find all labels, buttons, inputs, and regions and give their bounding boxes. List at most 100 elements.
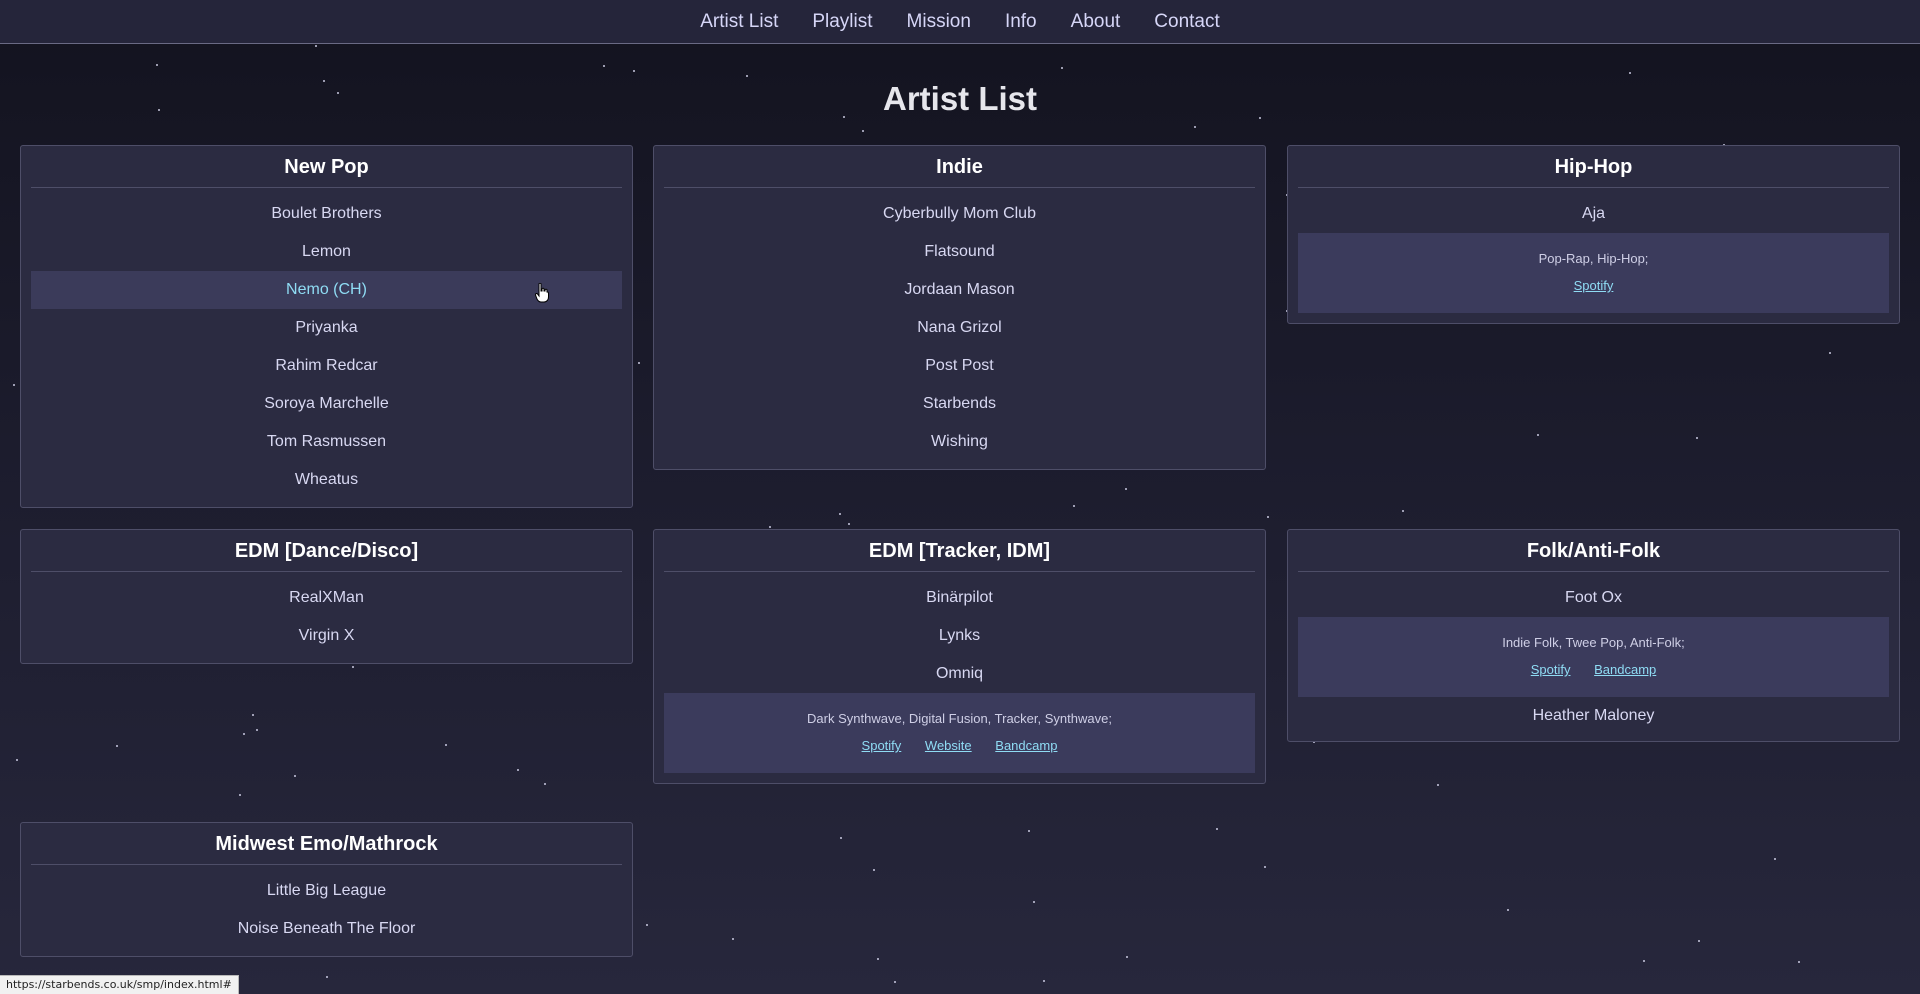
artist-item[interactable]: RealXMan [31, 579, 622, 617]
artist-item[interactable]: Virgin X [31, 617, 622, 655]
star-dot [1437, 784, 1439, 786]
artist-item[interactable]: Boulet Brothers [31, 195, 622, 233]
genre-title: Folk/Anti-Folk [1298, 530, 1889, 572]
nav-artist-list[interactable]: Artist List [700, 11, 778, 33]
artist-item[interactable]: Little Big League [31, 872, 622, 910]
genre-card-hiphop: Hip-Hop Aja Pop-Rap, Hip-Hop; Spotify [1287, 145, 1900, 324]
star-dot [1696, 437, 1698, 439]
star-dot [877, 958, 879, 960]
genre-title: Indie [664, 146, 1255, 188]
nav-contact[interactable]: Contact [1154, 11, 1219, 33]
star-dot [256, 729, 258, 731]
artist-item[interactable]: Nana Grizol [664, 309, 1255, 347]
star-dot [116, 745, 118, 747]
bandcamp-link[interactable]: Bandcamp [995, 738, 1057, 753]
star-dot [1028, 830, 1030, 832]
artist-item[interactable]: Aja [1298, 195, 1889, 233]
artist-item[interactable]: Wishing [664, 423, 1255, 461]
star-dot [769, 526, 771, 528]
website-link[interactable]: Website [925, 738, 972, 753]
star-dot [239, 794, 241, 796]
genre-card-midwest-emo: Midwest Emo/Mathrock Little Big League N… [20, 822, 633, 957]
artist-item[interactable]: Foot Ox [1298, 579, 1889, 617]
star-dot [517, 769, 519, 771]
artist-item[interactable]: Lynks [664, 617, 1255, 655]
artist-item[interactable]: Tom Rasmussen [31, 423, 622, 461]
star-dot [1194, 126, 1196, 128]
star-dot [862, 130, 864, 132]
nav-playlist[interactable]: Playlist [812, 11, 872, 33]
artist-item[interactable]: Wheatus [31, 461, 622, 499]
artist-item[interactable]: Flatsound [664, 233, 1255, 271]
artist-details-panel: Pop-Rap, Hip-Hop; Spotify [1298, 233, 1889, 313]
spotify-link[interactable]: Spotify [1574, 278, 1614, 293]
browser-status-url: https://starbends.co.uk/smp/index.html# [0, 975, 239, 994]
genre-title: EDM [Dance/Disco] [31, 530, 622, 572]
star-dot [243, 733, 245, 735]
star-dot [1264, 866, 1266, 868]
star-dot [840, 837, 842, 839]
artist-details-panel: Indie Folk, Twee Pop, Anti-Folk; Spotify… [1298, 617, 1889, 697]
artist-item[interactable]: Noise Beneath The Floor [31, 910, 622, 948]
artist-links: Spotify Bandcamp [1308, 662, 1879, 677]
star-dot [315, 45, 317, 47]
genre-card-folk: Folk/Anti-Folk Foot Ox Indie Folk, Twee … [1287, 529, 1900, 742]
star-dot [1073, 505, 1075, 507]
star-dot [1033, 901, 1035, 903]
artist-item[interactable]: Starbends [664, 385, 1255, 423]
nav-about[interactable]: About [1071, 11, 1121, 33]
artist-genres: Pop-Rap, Hip-Hop; [1538, 251, 1649, 266]
star-dot [352, 666, 354, 668]
star-dot [1267, 516, 1269, 518]
artist-item-hovered[interactable]: Nemo (CH) [31, 271, 622, 309]
star-dot [894, 981, 896, 983]
artist-item[interactable]: Soroya Marchelle [31, 385, 622, 423]
artist-item[interactable]: Binärpilot [664, 579, 1255, 617]
star-dot [1774, 858, 1776, 860]
star-dot [1043, 980, 1045, 982]
artist-item[interactable]: Priyanka [31, 309, 622, 347]
star-dot [294, 775, 296, 777]
artist-item[interactable]: Rahim Redcar [31, 347, 622, 385]
artist-item[interactable]: Jordaan Mason [664, 271, 1255, 309]
star-dot [1061, 67, 1063, 69]
genre-card-edm-tracker: EDM [Tracker, IDM] Binärpilot Lynks Omni… [653, 529, 1266, 784]
artist-genres: Dark Synthwave, Digital Fusion, Tracker,… [807, 711, 1112, 726]
star-dot [1829, 352, 1831, 354]
page-title: Artist List [882, 80, 1037, 117]
top-nav: Artist List Playlist Mission Info About … [0, 0, 1920, 44]
star-dot [633, 70, 635, 72]
star-dot [252, 714, 254, 716]
artist-details-panel: Dark Synthwave, Digital Fusion, Tracker,… [664, 693, 1255, 773]
star-dot [13, 384, 15, 386]
star-dot [1216, 828, 1218, 830]
artist-item[interactable]: Omniq [664, 655, 1255, 693]
star-dot [1402, 510, 1404, 512]
star-dot [156, 64, 158, 66]
bandcamp-link[interactable]: Bandcamp [1594, 662, 1656, 677]
genre-title: Midwest Emo/Mathrock [31, 823, 622, 865]
artist-item[interactable]: Cyberbully Mom Club [664, 195, 1255, 233]
star-dot [732, 938, 734, 940]
artist-item[interactable]: Heather Maloney [1298, 697, 1889, 735]
star-dot [1629, 72, 1631, 74]
star-dot [445, 744, 447, 746]
star-dot [326, 976, 328, 978]
star-dot [839, 513, 841, 515]
artist-genres: Indie Folk, Twee Pop, Anti-Folk; [1502, 635, 1685, 650]
star-dot [638, 362, 640, 364]
artist-item[interactable]: Lemon [31, 233, 622, 271]
star-dot [1537, 434, 1539, 436]
star-dot [1698, 940, 1700, 942]
star-dot [603, 65, 605, 67]
spotify-link[interactable]: Spotify [1531, 662, 1571, 677]
spotify-link[interactable]: Spotify [862, 738, 902, 753]
artist-item[interactable]: Post Post [664, 347, 1255, 385]
nav-info[interactable]: Info [1005, 11, 1037, 33]
artist-links: Spotify [1308, 278, 1879, 293]
star-dot [646, 924, 648, 926]
nav-mission[interactable]: Mission [907, 11, 971, 33]
artist-links: Spotify Website Bandcamp [674, 738, 1245, 753]
star-dot [873, 869, 875, 871]
star-dot [1798, 961, 1800, 963]
